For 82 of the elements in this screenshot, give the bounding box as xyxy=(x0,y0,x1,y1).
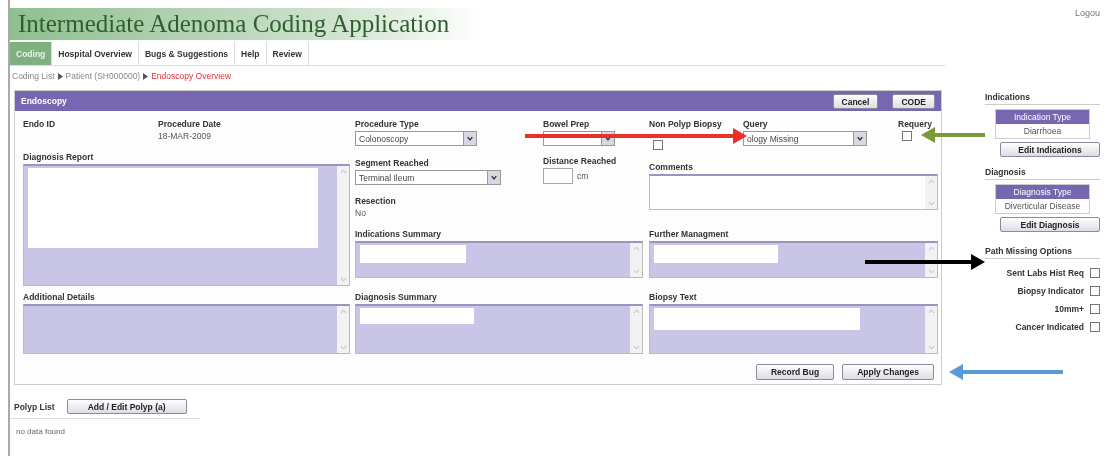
scroll-down-icon xyxy=(632,268,640,274)
table-header: Diagnosis Type xyxy=(996,185,1089,199)
checkbox[interactable] xyxy=(1090,286,1100,296)
checkbox[interactable] xyxy=(1090,268,1100,278)
option-label: 10mm+ xyxy=(1054,304,1084,314)
scroll-up-icon xyxy=(339,169,347,174)
dropdown-icon xyxy=(853,132,866,145)
breadcrumb-link[interactable]: Coding List xyxy=(12,71,55,81)
field-label: Comments xyxy=(649,162,694,172)
field-label: Distance Reached xyxy=(543,156,618,166)
scrollbar[interactable] xyxy=(925,306,937,353)
field-value: No xyxy=(355,207,367,218)
field-label: Procedure Date xyxy=(158,119,222,129)
breadcrumb-arrow-icon xyxy=(57,72,63,80)
field-label: Segment Reached xyxy=(355,158,430,168)
field-label: Bowel Prep xyxy=(543,119,591,129)
breadcrumb-link[interactable]: Endoscopy Overview xyxy=(151,71,232,81)
empty-message: no data found xyxy=(16,427,66,436)
section-heading: Diagnosis xyxy=(985,167,1100,180)
text-area[interactable] xyxy=(649,240,938,278)
scrollbar[interactable] xyxy=(630,242,642,277)
distance-input[interactable] xyxy=(543,168,573,184)
field-label: Endo ID xyxy=(23,119,57,129)
option-label: Sent Labs Hist Req xyxy=(1006,268,1084,278)
field-label: Indications Summary xyxy=(355,228,442,239)
field-label: Biopsy Text xyxy=(649,292,698,302)
edit-button[interactable]: Edit Indications xyxy=(1000,142,1100,157)
checkbox[interactable] xyxy=(1090,322,1100,332)
field-label: Procedure Type xyxy=(355,119,420,129)
breadcrumb-arrow-icon xyxy=(143,72,149,80)
table-header: Indication Type xyxy=(996,110,1089,124)
dropdown-icon xyxy=(463,132,476,145)
field-label: Further Managment xyxy=(649,228,730,239)
checkbox[interactable] xyxy=(1090,304,1100,314)
edit-button[interactable]: Edit Diagnosis xyxy=(1000,217,1100,232)
section-heading: Path Missing Options xyxy=(985,246,1100,259)
scroll-up-icon xyxy=(927,179,935,184)
field-value: 18-MAR-2009 xyxy=(158,131,212,141)
header-button[interactable]: CODE xyxy=(892,93,935,109)
field-label: Query xyxy=(743,119,769,129)
section-heading: Indications xyxy=(985,92,1100,105)
scrollbar[interactable] xyxy=(337,166,349,285)
field-label: Diagnosis Summary xyxy=(355,292,438,302)
panel-title: Endoscopy xyxy=(21,96,68,106)
checkbox[interactable] xyxy=(902,131,912,141)
unit-label: cm xyxy=(577,171,589,181)
section-label: Polyp List xyxy=(14,401,55,412)
scrollbar[interactable] xyxy=(337,306,349,353)
query-select[interactable]: ology Missing xyxy=(743,131,867,146)
scroll-up-icon xyxy=(927,309,935,314)
scroll-down-icon xyxy=(927,201,935,206)
table-cell-text: Diverticular Disease xyxy=(1003,200,1082,213)
scroll-down-icon xyxy=(339,277,347,282)
action-button[interactable]: Record Bug xyxy=(755,364,835,380)
field-label: Resection xyxy=(355,195,397,206)
header-button[interactable]: Cancel xyxy=(832,93,879,109)
breadcrumb-link[interactable]: Patient (SH000000) xyxy=(65,71,141,81)
scrollbar[interactable] xyxy=(925,176,937,209)
field-label: Diagnosis Report xyxy=(23,152,95,162)
checkbox[interactable] xyxy=(653,140,663,150)
logout-link[interactable]: Logou xyxy=(1074,8,1100,88)
scroll-up-icon xyxy=(632,309,640,314)
option-label: Biopsy Indicator xyxy=(1017,286,1084,296)
polyp-button[interactable]: Add / Edit Polyp (a) xyxy=(66,399,187,414)
dropdown-icon xyxy=(487,171,500,184)
scroll-down-icon xyxy=(339,345,347,350)
option-label: Cancer Indicated xyxy=(1015,322,1084,332)
field-label: Non Polyp Biopsy xyxy=(649,119,723,129)
scrollbar[interactable] xyxy=(630,306,642,353)
action-button[interactable]: Apply Changes xyxy=(842,364,934,380)
scroll-down-icon xyxy=(927,345,935,350)
scroll-up-icon xyxy=(927,245,935,251)
scroll-down-icon xyxy=(632,345,640,350)
procedure-select[interactable]: Colonoscopy xyxy=(355,131,477,146)
scroll-up-icon xyxy=(339,309,347,314)
scroll-down-icon xyxy=(927,268,935,274)
segment-select[interactable]: Terminal Ileum xyxy=(355,170,501,185)
field-label: Requery xyxy=(898,119,933,129)
app-title: Intermediate Adenoma Coding Application xyxy=(18,10,450,38)
field-label: Additional Details xyxy=(23,292,96,302)
scroll-up-icon xyxy=(632,245,640,251)
table-cell-text: Diarrhoea xyxy=(1022,125,1063,138)
